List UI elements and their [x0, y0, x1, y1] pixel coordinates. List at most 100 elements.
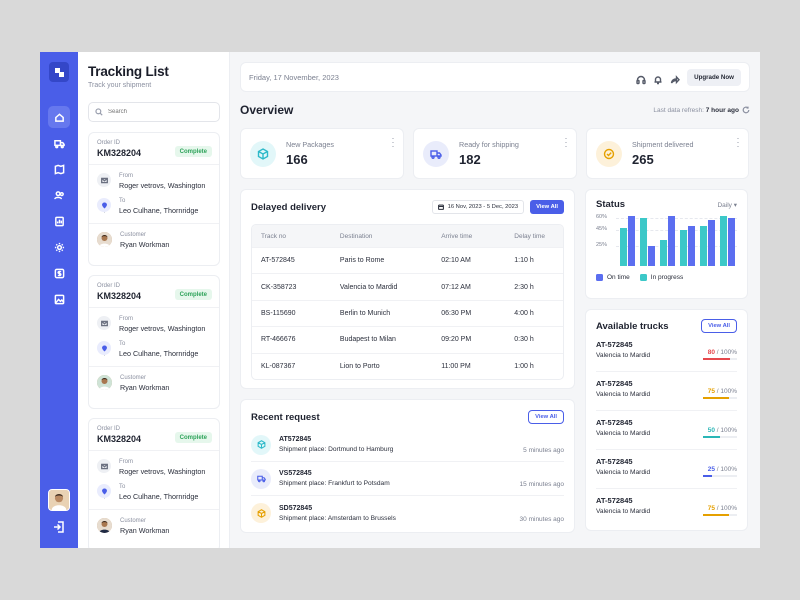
truck-item[interactable]: AT-572845 Valencia to Mardid 75 / 100% [596, 372, 737, 411]
table-row[interactable]: KL-087367 Lion to Porto 11:00 PM 1:00 h [252, 352, 563, 379]
list-item[interactable]: SD572845 Shipment place: Amsterdam to Bru… [251, 496, 564, 530]
bell-icon[interactable] [653, 72, 664, 84]
more-icon[interactable]: · · · [391, 134, 395, 151]
date-range-picker[interactable]: 16 Nov, 2023 - 5 Dec, 2023 [431, 200, 525, 214]
order-card[interactable]: Order ID KM328204 Complete From Roger vetrov… [88, 418, 220, 548]
map-icon[interactable] [48, 158, 70, 180]
left-column: Delayed delivery 16 Nov, 2023 - 5 Dec, 2… [240, 189, 575, 533]
status-badge: Complete [174, 432, 212, 443]
refresh-info: Last data refresh: 7 hour ago [653, 106, 739, 114]
users-icon[interactable] [48, 184, 70, 206]
stat-ready-shipping[interactable]: Ready for shipping 182 · · · [413, 128, 577, 179]
truck-capacity: 75 / 100% [707, 388, 737, 395]
list-item[interactable]: AT572845 Shipment place: Dortmund to Hamb… [251, 428, 564, 462]
truck-id: AT-572845 [596, 496, 633, 505]
status-panel: Status Daily ▾ 60% 45% 25% On time In prog… [585, 189, 748, 299]
delayed-title: Delayed delivery [251, 201, 326, 213]
truck-icon[interactable] [48, 132, 70, 154]
box-icon [251, 434, 271, 455]
customer-name: Ryan Workman [120, 240, 170, 249]
table-row[interactable]: RT-466676 Budapest to Milan 09:20 PM 0:30 h [252, 326, 563, 352]
from-value: Roger vetrovs, Washington [119, 467, 206, 476]
settings-icon[interactable] [48, 236, 70, 258]
app-logo[interactable] [49, 62, 69, 82]
customer-name: Ryan Workman [120, 383, 170, 392]
view-all-button[interactable]: View All [701, 319, 737, 333]
capacity-bar [703, 358, 737, 360]
mail-icon [97, 316, 111, 330]
image-icon[interactable] [48, 288, 70, 310]
bar-on-time[interactable] [688, 226, 695, 266]
current-date: Friday, 17 November, 2023 [249, 72, 339, 82]
truck-id: AT-572845 [596, 340, 633, 349]
headset-icon[interactable] [636, 72, 647, 84]
order-card[interactable]: Order ID KM328204 Complete From Roger vetrov… [88, 132, 220, 266]
home-icon[interactable] [48, 106, 70, 128]
bar-in-progress[interactable] [640, 218, 647, 266]
stat-value: 166 [286, 152, 308, 167]
from-value: Roger vetrovs, Washington [119, 324, 206, 333]
bar-in-progress[interactable] [720, 215, 727, 266]
customer-avatar [97, 232, 112, 247]
more-icon[interactable]: · · · [736, 134, 740, 151]
table-header: Track no Destination Arrive time Delay t… [252, 225, 563, 247]
truck-capacity: 25 / 100% [707, 466, 737, 473]
share-icon[interactable] [670, 72, 681, 84]
to-value: Leo Culhane, Thornridge [119, 492, 199, 501]
box-icon [250, 140, 276, 167]
mail-icon [97, 173, 111, 187]
calendar-icon [437, 204, 444, 210]
to-value: Leo Culhane, Thornridge [119, 349, 199, 358]
location-pin-icon [97, 341, 111, 355]
search-box[interactable] [88, 102, 220, 122]
period-dropdown[interactable]: Daily ▾ [717, 201, 737, 209]
truck-icon [251, 468, 271, 489]
upgrade-button[interactable]: Upgrade Now [687, 68, 741, 86]
location-pin-icon [97, 198, 111, 212]
view-all-button[interactable]: View All [528, 410, 564, 424]
order-card[interactable]: Order ID KM328204 Complete From Roger vetrov… [88, 275, 220, 409]
stat-label: Shipment delivered [632, 140, 694, 149]
bar-on-time[interactable] [668, 215, 675, 266]
dollar-icon[interactable] [48, 262, 70, 284]
table-row[interactable]: BS-115690 Berlin to Munich 06:30 PM 4:00 h [252, 299, 563, 326]
truck-icon [423, 140, 449, 167]
truck-capacity: 75 / 100% [707, 505, 737, 512]
bar-in-progress[interactable] [660, 239, 667, 266]
bar-on-time[interactable] [648, 246, 655, 266]
truck-item[interactable]: AT-572845 Valencia to Mardid 50 / 100% [596, 411, 737, 450]
chevron-down-icon: ▾ [733, 201, 737, 209]
y-tick-label: 45% [596, 226, 608, 232]
stats-row: New Packages 166 · · · Ready for shipping 18… [240, 128, 750, 179]
truck-item[interactable]: AT-572845 Valencia to Mardid 25 / 100% [596, 450, 737, 489]
stat-new-packages[interactable]: New Packages 166 · · · [240, 128, 404, 179]
list-item[interactable]: VS572845 Shipment place: Frankfurt to Pot… [251, 462, 564, 496]
bar-in-progress[interactable] [680, 230, 687, 266]
refresh-icon[interactable] [739, 101, 750, 119]
nav-menu [48, 106, 70, 314]
view-all-button[interactable]: View All [530, 200, 564, 214]
more-icon[interactable]: · · · [564, 134, 568, 151]
truck-item[interactable]: AT-572845 Valencia to Mardid 80 / 100% [596, 333, 737, 372]
user-avatar[interactable] [48, 489, 70, 511]
search-input[interactable] [108, 109, 208, 115]
bar-on-time[interactable] [728, 218, 735, 266]
truck-item[interactable]: AT-572845 Valencia to Mardid 75 / 100% [596, 489, 737, 528]
report-icon[interactable] [48, 210, 70, 232]
table-row[interactable]: AT-572845 Paris to Rome 02:10 AM 1:10 h [252, 247, 563, 273]
logout-icon[interactable] [52, 520, 66, 534]
tracking-subtitle: Track your shipment [88, 82, 152, 89]
truck-id: AT-572845 [596, 457, 633, 466]
truck-id: AT-572845 [596, 379, 633, 388]
stat-shipment-delivered[interactable]: Shipment delivered 265 · · · [586, 128, 749, 179]
stat-value: 182 [459, 152, 481, 167]
trucks-title: Available trucks [596, 320, 669, 332]
available-trucks-panel: Available trucks View All AT-572845 Valen… [585, 309, 748, 531]
customer-name: Ryan Workman [120, 526, 170, 535]
capacity-bar [703, 397, 737, 399]
bar-in-progress[interactable] [620, 227, 627, 266]
bar-on-time[interactable] [628, 215, 635, 266]
bar-in-progress[interactable] [700, 226, 707, 266]
table-row[interactable]: CK-358723 Valencia to Mardid 07:12 AM 2:30 … [252, 273, 563, 299]
bar-on-time[interactable] [708, 219, 715, 266]
